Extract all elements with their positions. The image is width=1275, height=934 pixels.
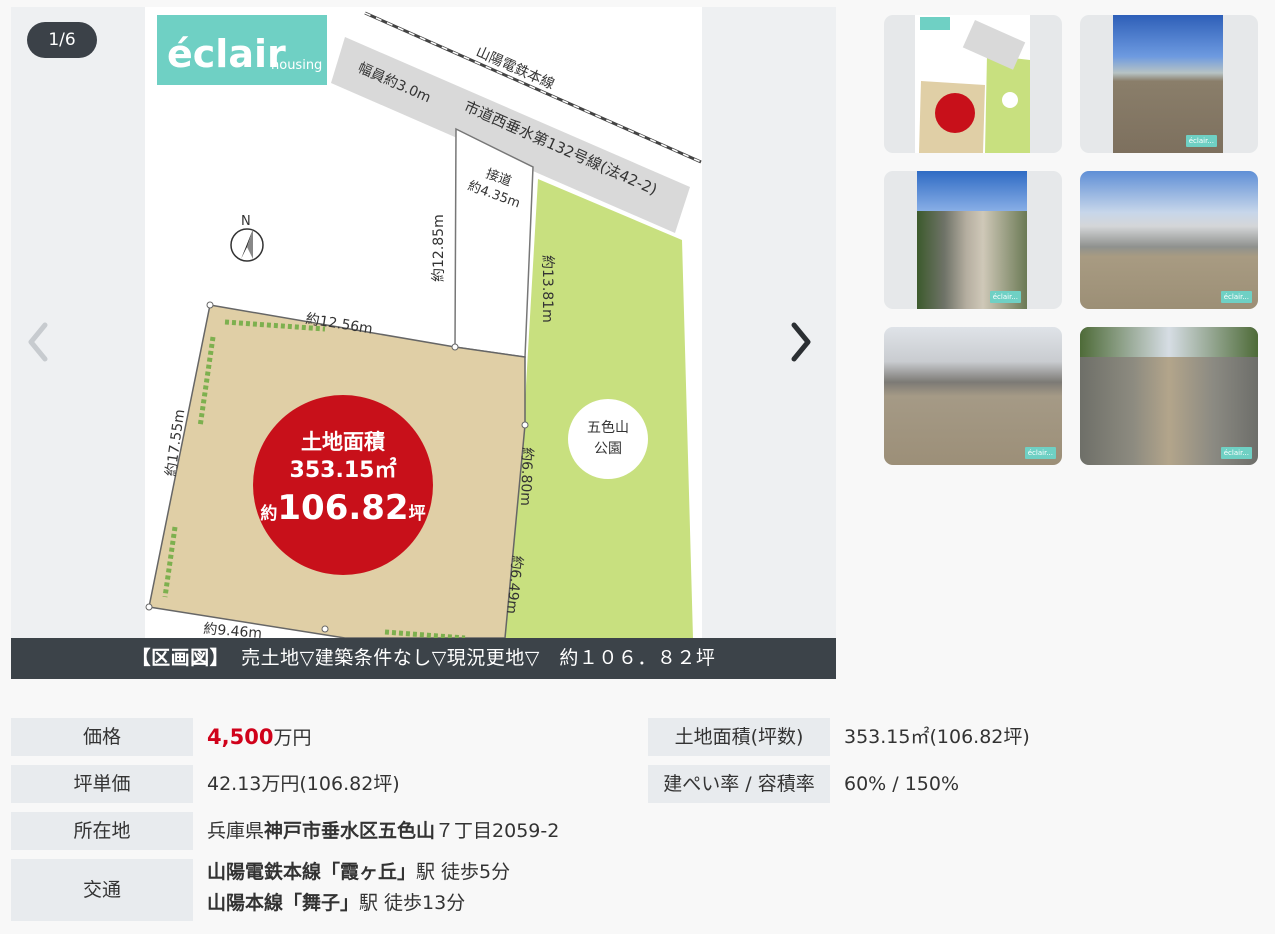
previous-image-button[interactable]: [19, 317, 59, 367]
transport-2-station[interactable]: 山陽本線「舞子」: [207, 892, 359, 914]
land-area-value: 353.15㎡(106.82坪): [844, 726, 1030, 748]
brand-logo: éclair housing: [157, 15, 327, 85]
svg-text:éclair: éclair: [167, 32, 286, 76]
thumbnail-3[interactable]: éclair...: [884, 171, 1062, 309]
plot-plan-diagram: 山陽電鉄本線 幅員約3.0m 市道西垂水第132号線(法42-2) 五色山 公園…: [145, 11, 702, 638]
caption-tag: 【区画図】: [131, 647, 230, 669]
coverage-row: 建ぺい率 / 容積率 60% / 150%: [648, 765, 1248, 803]
price-unit: 万円: [273, 727, 312, 749]
thumbnail-5[interactable]: éclair...: [884, 327, 1062, 465]
chevron-right-icon: [791, 322, 811, 362]
thumbnail-2[interactable]: éclair...: [1080, 15, 1258, 153]
transport-label: 交通: [11, 859, 193, 921]
railway-label: 山陽電鉄本線: [473, 44, 556, 93]
transport-1-walk: 駅 徒歩5分: [416, 861, 511, 883]
area-badge: [253, 395, 433, 575]
park-label-line1: 五色山: [587, 419, 629, 436]
svg-text:約106.82坪: 約106.82坪: [260, 488, 425, 528]
land-area-row: 土地面積(坪数) 353.15㎡(106.82坪): [648, 718, 1248, 756]
image-counter: 1/6: [27, 22, 97, 58]
address-value: 兵庫県神戸市垂水区五色山７丁目2059-2: [207, 812, 559, 850]
unit-price-label: 坪単価: [11, 765, 193, 803]
lane-right-dim: 約13.81m: [539, 255, 555, 323]
park-marker: [568, 399, 648, 479]
svg-text:housing: housing: [271, 58, 322, 73]
lot-right-dim1: 約6.80m: [517, 447, 535, 506]
thumbnail-watermark: éclair...: [1220, 447, 1252, 459]
thumbnail-4[interactable]: éclair...: [1080, 171, 1258, 309]
park-label-line2: 公園: [594, 441, 622, 457]
access-lane: [454, 127, 534, 358]
image-caption: 【区画図】 売土地▽建築条件なし▽現況更地▽ 約１０６．８２坪: [11, 638, 836, 679]
transport-1-station[interactable]: 山陽電鉄本線「霞ヶ丘」: [207, 861, 416, 883]
chevron-left-icon: [28, 322, 48, 362]
address-prefecture: 兵庫県: [207, 820, 265, 842]
transport-line-1: 山陽電鉄本線「霞ヶ丘」駅 徒歩5分: [207, 856, 510, 888]
area-title: 土地面積: [301, 430, 386, 454]
price-number: 4,500: [207, 725, 274, 749]
unit-price-value: 42.13万円(106.82坪): [207, 773, 400, 795]
transport-line-2: 山陽本線「舞子」駅 徒歩13分: [207, 887, 465, 919]
lane-left-dim: 約12.85m: [431, 214, 447, 282]
address-rest: ７丁目2059-2: [435, 820, 560, 842]
image-viewer: 山陽電鉄本線 幅員約3.0m 市道西垂水第132号線(法42-2) 五色山 公園…: [11, 7, 836, 679]
address-label: 所在地: [11, 812, 193, 850]
price-label: 価格: [11, 718, 193, 756]
area-unit: 坪: [409, 504, 426, 524]
area-prefix: 約: [260, 503, 277, 524]
unit-price-row: 坪単価 42.13万円(106.82坪): [11, 765, 611, 803]
coverage-value: 60% / 150%: [844, 773, 960, 795]
price-row: 価格 4,500万円: [11, 718, 611, 756]
land-area-label: 土地面積(坪数): [648, 718, 830, 756]
north-label: N: [241, 214, 251, 229]
north-arrow-icon: N: [230, 214, 264, 262]
thumbnail-watermark: éclair...: [1185, 135, 1217, 147]
thumbnail-watermark: éclair...: [1024, 447, 1056, 459]
transport-2-walk: 駅 徒歩13分: [359, 892, 466, 914]
coverage-label: 建ぺい率 / 容積率: [648, 765, 830, 803]
transport-row: 交通 山陽電鉄本線「霞ヶ丘」駅 徒歩5分 山陽本線「舞子」駅 徒歩13分: [11, 859, 1011, 921]
plot-plan-thumbnail: [919, 17, 1030, 153]
thumbnail-watermark: éclair...: [1220, 291, 1252, 303]
address-row: 所在地 兵庫県神戸市垂水区五色山７丁目2059-2: [11, 812, 1011, 850]
caption-text: 売土地▽建築条件なし▽現況更地▽ 約１０６．８２坪: [241, 647, 716, 669]
next-image-button[interactable]: [780, 317, 820, 367]
thumbnail-watermark: éclair...: [989, 291, 1021, 303]
area-tsubo: 106.82: [277, 488, 408, 528]
area-sqm: 353.15㎡: [290, 457, 397, 483]
plot-plan-image: 山陽電鉄本線 幅員約3.0m 市道西垂水第132号線(法42-2) 五色山 公園…: [145, 7, 702, 638]
thumbnail-6[interactable]: éclair...: [1080, 327, 1258, 465]
price-value: 4,500万円: [207, 718, 311, 757]
thumbnail-1[interactable]: [884, 15, 1062, 153]
address-city-link[interactable]: 神戸市垂水区五色山: [264, 820, 435, 842]
